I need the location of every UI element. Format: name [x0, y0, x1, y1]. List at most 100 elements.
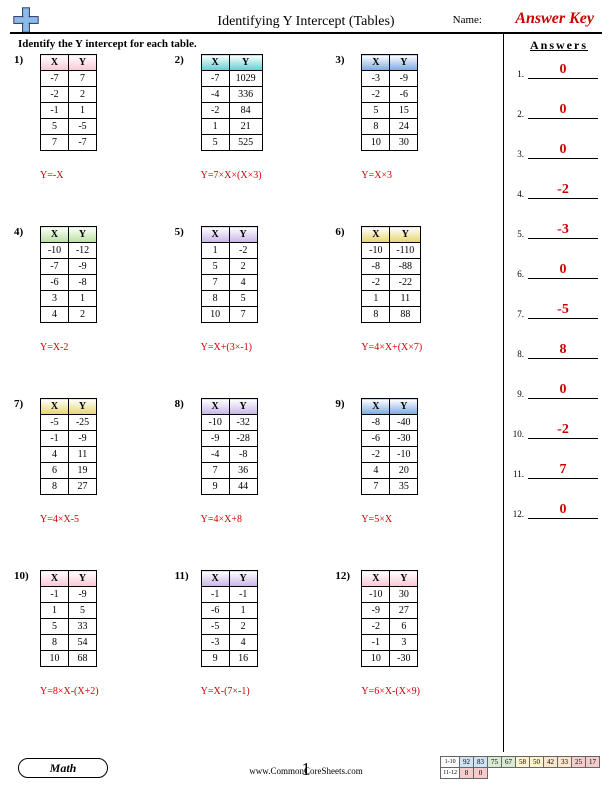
table-row: 42 [41, 307, 97, 323]
col-y: Y [390, 399, 418, 415]
formula: Y=X+(3×-1) [201, 342, 252, 353]
cell-x: -10 [201, 415, 229, 431]
cell-x: 8 [362, 119, 390, 135]
formula: Y=5×X [361, 514, 392, 525]
table-row: -927 [362, 603, 418, 619]
problem-number: 4) [14, 226, 23, 238]
cell-x: -10 [362, 587, 390, 603]
cell-y: 16 [229, 651, 257, 667]
table-row: 515 [362, 103, 418, 119]
cell-y: -32 [229, 415, 257, 431]
cell-y: -30 [390, 431, 418, 447]
cell-y: 1 [229, 603, 257, 619]
cell-y: 35 [390, 479, 418, 495]
cell-y: 6 [390, 619, 418, 635]
cell-y: 2 [69, 307, 97, 323]
cell-x: -1 [41, 103, 69, 119]
col-y: Y [229, 55, 262, 71]
cell-x: -2 [201, 103, 229, 119]
table-row: -5-25 [41, 415, 97, 431]
table-row: -52 [201, 619, 257, 635]
problem-number: 7) [14, 398, 23, 410]
table-row: 121 [201, 119, 262, 135]
formula: Y=4×X+(X×7) [361, 342, 422, 353]
answer-number: 12. [510, 509, 524, 519]
cell-y: 525 [229, 135, 262, 151]
cell-y: 19 [69, 463, 97, 479]
problem-number: 12) [335, 570, 350, 582]
cell-y: -9 [69, 259, 97, 275]
xy-table: XY-3-9-2-65158241030 [361, 54, 418, 151]
cell-x: 7 [201, 275, 229, 291]
table-row: -1-9 [41, 431, 97, 447]
cell-x: 6 [41, 463, 69, 479]
answer-key-label: Answer Key [515, 10, 594, 28]
answer-row-4: 4.-2 [510, 182, 598, 199]
xy-table: XY-10-12-7-9-6-83142 [40, 226, 97, 323]
problem-11: 11)XY-1-1-61-52-34916Y=X-(7×-1) [175, 570, 328, 742]
cell-x: 4 [41, 307, 69, 323]
cell-y: -10 [390, 447, 418, 463]
xy-table: XY-10-32-9-28-4-8736944 [201, 398, 258, 495]
cell-y: 4 [229, 275, 257, 291]
table-row: -6-8 [41, 275, 97, 291]
cell-y: -5 [69, 119, 97, 135]
problem-number: 2) [175, 54, 184, 66]
cell-x: -10 [41, 243, 69, 259]
problem-number: 1) [14, 54, 23, 66]
col-y: Y [390, 55, 418, 71]
cell-x: 1 [41, 603, 69, 619]
table-row: -61 [201, 603, 257, 619]
problem-number: 5) [175, 226, 184, 238]
cell-x: -1 [41, 587, 69, 603]
cell-y: -2 [229, 243, 257, 259]
answer-row-11: 11.7 [510, 462, 598, 479]
cell-x: 9 [201, 651, 229, 667]
xy-table: XY-8-40-6-30-2-10420735 [361, 398, 418, 495]
cell-y: -30 [390, 651, 418, 667]
table-row: 107 [201, 307, 257, 323]
cell-y: 1029 [229, 71, 262, 87]
table-row: -71029 [201, 71, 262, 87]
problem-number: 9) [335, 398, 344, 410]
table-row: -9-28 [201, 431, 257, 447]
cell-x: -7 [41, 259, 69, 275]
score-cell: 75 [488, 757, 502, 768]
cell-x: -8 [362, 415, 390, 431]
answer-number: 11. [510, 469, 524, 479]
table-row: 736 [201, 463, 257, 479]
answer-value: 0 [528, 382, 598, 399]
col-x: X [362, 571, 390, 587]
answer-number: 8. [510, 349, 524, 359]
answer-value: 0 [528, 142, 598, 159]
score-cell: 17 [586, 757, 600, 768]
table-row: -7-9 [41, 259, 97, 275]
cell-y: 21 [229, 119, 262, 135]
table-row: -1030 [362, 587, 418, 603]
table-row: 111 [362, 291, 421, 307]
answer-number: 3. [510, 149, 524, 159]
cell-x: -2 [362, 275, 390, 291]
cell-x: -6 [362, 431, 390, 447]
cell-x: -8 [362, 259, 390, 275]
cell-y: 336 [229, 87, 262, 103]
problem-number: 11) [175, 570, 189, 582]
problem-number: 6) [335, 226, 344, 238]
xy-table: XY-71029-4336-2841215525 [201, 54, 263, 151]
cell-x: -2 [41, 87, 69, 103]
table-row: -22 [41, 87, 97, 103]
formula: Y=-X [40, 170, 63, 181]
cell-x: 8 [362, 307, 390, 323]
problem-number: 8) [175, 398, 184, 410]
cell-x: 10 [41, 651, 69, 667]
cell-x: 5 [201, 259, 229, 275]
footer: Math www.CommonCoreSheets.com 1 1-109283… [0, 754, 612, 782]
instruction-text: Identify the Y intercept for each table. [18, 38, 197, 50]
table-row: 827 [41, 479, 97, 495]
answer-row-2: 2.0 [510, 102, 598, 119]
cell-x: 1 [201, 243, 229, 259]
table-row: -34 [201, 635, 257, 651]
problem-9: 9) XY-8-40-6-30-2-10420735 Y=5×X [335, 398, 488, 570]
cell-y: -40 [390, 415, 418, 431]
formula: Y=4×X+8 [201, 514, 242, 525]
